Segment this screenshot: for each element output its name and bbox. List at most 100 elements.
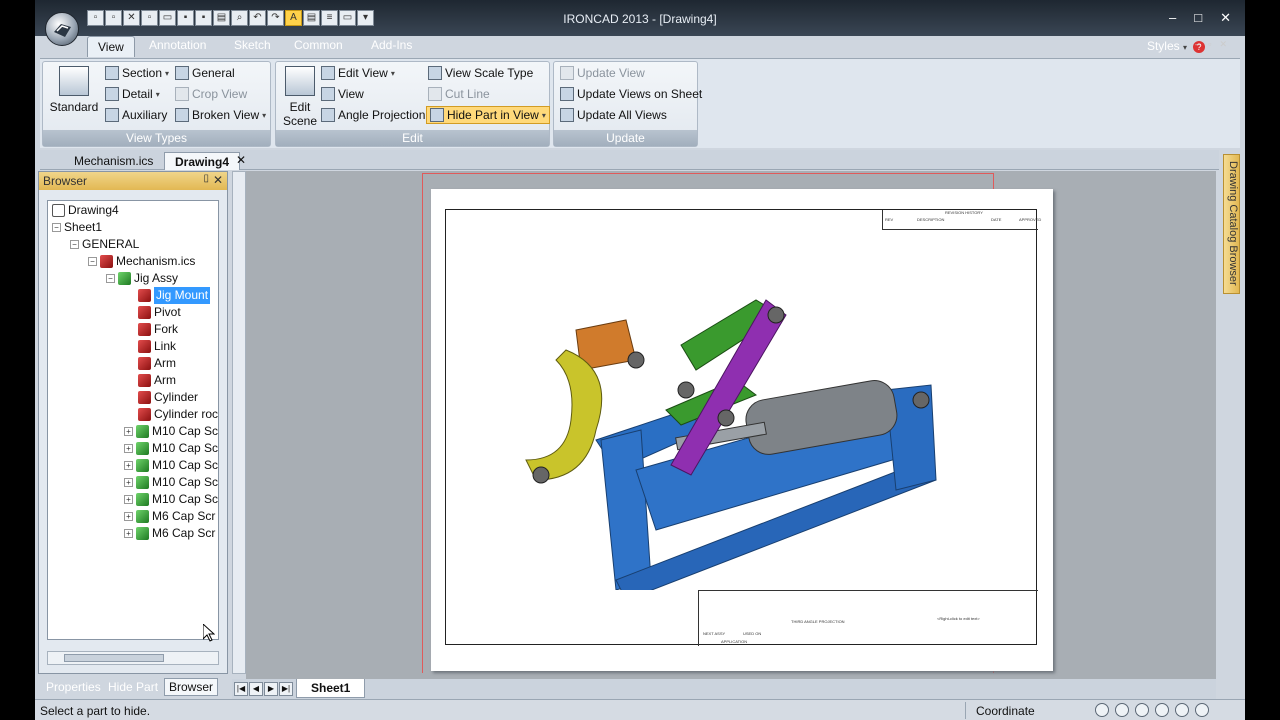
edit-scene-button[interactable]: Edit Scene	[280, 66, 320, 128]
collapse-icon[interactable]: −	[70, 240, 79, 249]
tree-label: M10 Cap Sc	[152, 458, 219, 472]
update-view-button[interactable]: Update View	[560, 66, 645, 80]
next-sheet-icon[interactable]: ▶	[264, 682, 278, 696]
doc-tab-drawing4[interactable]: Drawing4	[164, 152, 241, 170]
view-scale-type-button[interactable]: View Scale Type	[428, 66, 533, 80]
drawing-canvas[interactable]: REVISION HISTORY REV DESCRIPTION DATE AP…	[246, 171, 1216, 679]
window-controls: – □ ✕	[1169, 10, 1231, 26]
editable-note[interactable]: <Right-click to edit text>	[937, 616, 980, 621]
vertical-scrollbar[interactable]	[232, 171, 246, 674]
zoom-fit-icon[interactable]	[1175, 703, 1189, 717]
collapse-icon[interactable]: −	[88, 257, 97, 266]
broken-view-button[interactable]: Broken View ▾	[175, 108, 266, 122]
drawing-catalog-browser-tab[interactable]: Drawing Catalog Browser	[1223, 154, 1240, 294]
tab-browser[interactable]: Browser	[164, 678, 219, 696]
maximize-button[interactable]: □	[1194, 10, 1202, 26]
tree-node-part[interactable]: Fork	[138, 321, 178, 338]
crop-view-button[interactable]: Crop View	[175, 87, 247, 101]
tree-node-part[interactable]: Pivot	[138, 304, 181, 321]
view-button[interactable]: View	[321, 87, 364, 101]
tree-node-subassy[interactable]: + M10 Cap Sc	[124, 457, 218, 474]
update-all-views-button[interactable]: Update All Views	[560, 108, 667, 122]
tab-annotation[interactable]: Annotation	[149, 38, 206, 52]
ribbon-tabs: View Annotation Sketch Common Add-Ins St…	[35, 33, 1245, 58]
collapse-icon[interactable]: −	[52, 223, 61, 232]
pan-icon[interactable]	[1095, 703, 1109, 717]
tree-node-sheet[interactable]: − Sheet1	[52, 219, 102, 236]
expand-icon[interactable]: +	[124, 495, 133, 504]
close-button[interactable]: ✕	[1220, 10, 1231, 26]
application-menu-button[interactable]	[45, 12, 79, 46]
detail-button[interactable]: Detail ▾	[105, 87, 160, 101]
tree-node-jig-assy[interactable]: − Jig Assy	[106, 270, 178, 287]
tree-node-part[interactable]: Jig Mount	[138, 287, 211, 304]
tree-node-general[interactable]: − GENERAL	[70, 236, 139, 253]
zoom-all-icon[interactable]	[1195, 703, 1209, 717]
prev-sheet-icon[interactable]: ◀	[249, 682, 263, 696]
tree-node-subassy[interactable]: + M10 Cap Sc	[124, 423, 218, 440]
sheet-tab[interactable]: Sheet1	[296, 679, 366, 698]
tree-node-part[interactable]: Cylinder roc	[138, 406, 218, 423]
tree-node-mechanism[interactable]: − Mechanism.ics	[88, 253, 195, 270]
close-tab-icon[interactable]: ✕	[236, 153, 246, 167]
tree-node-part[interactable]: Arm	[138, 355, 176, 372]
scroll-thumb[interactable]	[64, 654, 164, 662]
auxiliary-button[interactable]: Auxiliary	[105, 108, 167, 122]
pin-icon[interactable]: ▯	[203, 173, 209, 184]
print-boundary-left	[422, 173, 423, 673]
last-sheet-icon[interactable]: ▶|	[279, 682, 293, 696]
tab-add-ins[interactable]: Add-Ins	[371, 38, 412, 52]
tree-node-part[interactable]: Link	[138, 338, 176, 355]
coordinate-field[interactable]: Coordinate	[965, 702, 1085, 719]
update-sheet-icon	[560, 87, 574, 101]
chevron-down-icon: ▾	[541, 110, 546, 120]
general-button[interactable]: General	[175, 66, 235, 80]
browser-bottom-tabs: Properties Hide Part Browser	[38, 677, 228, 697]
expand-icon[interactable]: +	[124, 478, 133, 487]
collapse-icon[interactable]: −	[106, 274, 115, 283]
tree-node-drawing[interactable]: Drawing4	[52, 202, 119, 219]
tab-properties[interactable]: Properties	[46, 680, 101, 694]
tab-sketch[interactable]: Sketch	[234, 38, 271, 52]
tree-node-subassy[interactable]: + M10 Cap Sc	[124, 440, 218, 457]
cut-line-button[interactable]: Cut Line	[428, 87, 490, 101]
tab-common[interactable]: Common	[294, 38, 343, 52]
tree-node-part[interactable]: Arm	[138, 372, 176, 389]
close-icon[interactable]: ✕	[213, 173, 223, 187]
tree-node-subassy[interactable]: + M10 Cap Sc	[124, 491, 218, 508]
minimize-button[interactable]: –	[1169, 10, 1176, 26]
standard-button[interactable]: Standard	[49, 66, 99, 114]
expand-icon[interactable]: +	[124, 461, 133, 470]
hide-part-in-view-button[interactable]: Hide Part in View ▾	[426, 106, 550, 124]
crop-view-label: Crop View	[192, 87, 248, 101]
zoom-window-icon[interactable]	[1135, 703, 1149, 717]
section-button[interactable]: Section ▾	[105, 66, 169, 80]
tab-hide-part[interactable]: Hide Part	[108, 680, 158, 694]
first-sheet-icon[interactable]: |◀	[234, 682, 248, 696]
tree-node-subassy[interactable]: + M10 Cap Sc	[124, 474, 218, 491]
tree-node-part[interactable]: Cylinder	[138, 389, 198, 406]
doc-tab-mechanism[interactable]: Mechanism.ics	[64, 152, 163, 170]
tree-label: Drawing4	[68, 203, 119, 217]
tree-node-subassy[interactable]: + M6 Cap Scr	[124, 508, 215, 525]
view-icon	[321, 87, 335, 101]
expand-icon[interactable]: +	[124, 512, 133, 521]
rev-col: REV	[885, 217, 894, 222]
browser-hscrollbar[interactable]	[47, 651, 219, 665]
sheet-tab-bar: |◀ ◀ ▶ ▶| Sheet1	[232, 679, 1216, 699]
update-views-on-sheet-button[interactable]: Update Views on Sheet	[560, 87, 702, 101]
expand-icon[interactable]: +	[124, 529, 133, 538]
tab-view[interactable]: View	[87, 36, 135, 57]
edit-view-button[interactable]: Edit View ▾	[321, 66, 395, 80]
expand-icon[interactable]: +	[124, 444, 133, 453]
zoom-icon[interactable]	[1115, 703, 1129, 717]
hide-part-in-view-label: Hide Part in View	[447, 108, 539, 122]
chevron-down-icon: ▾	[165, 68, 170, 78]
auxiliary-icon	[105, 108, 119, 122]
next-assy-label: NEXT ASSY	[703, 631, 726, 636]
expand-icon[interactable]: +	[124, 427, 133, 436]
zoom-extents-icon[interactable]	[1155, 703, 1169, 717]
drawing-sheet[interactable]: REVISION HISTORY REV DESCRIPTION DATE AP…	[431, 189, 1053, 671]
angle-projection-button[interactable]: Angle Projection	[321, 108, 425, 122]
tree-node-subassy[interactable]: + M6 Cap Scr	[124, 525, 215, 542]
